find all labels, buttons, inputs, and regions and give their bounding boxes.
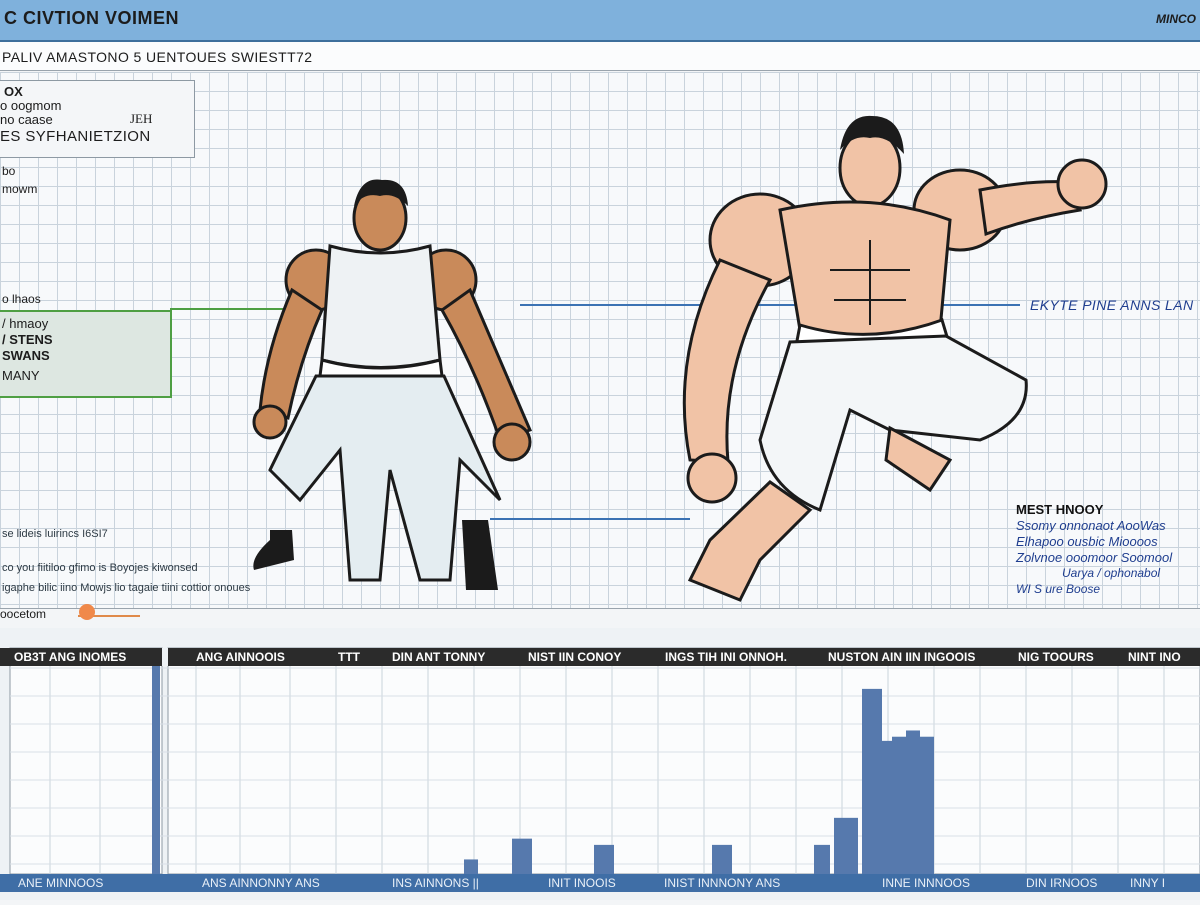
side-label-a: bo [2,164,16,178]
chart-footer-label-8: INNY I [1130,876,1165,890]
chart-header-gap [162,648,168,666]
info-line-3-right: JEH [130,111,153,126]
chart-panel-2 [167,647,1200,875]
title-bar: C CIVTION VOIMEN MINCO [0,0,1200,42]
chart-bar-7 [834,817,858,874]
window-corner-label: MINCO [1156,12,1196,26]
chart-bar-12 [918,736,934,874]
slider-thumb[interactable] [79,604,96,620]
slider-label: oocetom [0,607,47,621]
chart-bar-10 [892,736,908,874]
stats-line-3: SWANS [2,348,50,363]
chart-panel-1 [9,647,163,875]
bar-chart: OB3T ANG INOMES ANG AINNOOIS TTT DIN ANT TO… [0,647,1200,892]
stats-line-4: MANY [2,368,40,383]
chart-footer-label-6: INNE INNNOOS [882,876,970,890]
chart-header-label-2: ANG AINNOOIS [196,650,285,664]
chart-header-label-6: INGS TIH INI ONNOH. [665,650,787,664]
note-2: co you fiitiloo gfimo is Boyojes kiwonse… [2,562,198,574]
chart-header-label-8: NIG TOOURS [1018,650,1094,664]
fighter-lunging-icon [682,115,1108,602]
chart-bar-9 [882,740,892,874]
side-label-b: mowm [2,182,38,196]
chart-header-label-7: NUSTON AIN IIN INGOOIS [828,650,975,664]
side-label-c: o lhaos [2,292,41,306]
chart-header-label-4: DIN ANT TONNY [392,650,485,664]
chart-footer-label-7: DIN IRNOOS [1026,876,1097,890]
chart-bar-5 [712,844,732,874]
chart-footer-label-5: INIST INNNONY ANS [664,876,780,890]
chart-bar-8 [862,688,882,874]
chart-header-label-1: OB3T ANG INOMES [14,650,126,664]
stats-panel[interactable]: / hmaoy / STENS SWANS MANY [0,310,172,398]
chart-header-label-5: NIST IIN CONOY [528,650,621,664]
chart-header-label-3: TTT [338,650,361,664]
note-3: igaphe bilic iino Mowjs lio tagaie tiini… [2,582,251,594]
info-box: OX o oogmom no caase JEH ES SYFHANIETZIO… [0,80,195,158]
info-line-4: ES SYFHANIETZION [0,128,151,145]
chart-bar-11 [906,730,920,874]
chart-bar-1 [152,666,160,874]
info-line-1: OX [4,84,23,99]
chart-bar-6 [814,844,830,874]
chart-footer-label-4: INIT INOOIS [548,876,616,890]
subtitle: PALIV AMASTONO 5 UENTOUES SWIESTT72 [2,49,313,65]
chart-header-label-9: NINT INO [1128,650,1181,664]
info-line-3: no caase [0,112,53,127]
note-1: se lideis luirincs I6SI7 [2,528,108,540]
chart-footer-label-3: INS AINNONS || [392,876,479,890]
chart-bar-2 [464,859,478,874]
chart-bar-3 [512,838,532,874]
stats-line-1: / hmaoy [2,316,49,331]
bar-chart-panel: OB3T ANG INOMES ANG AINNOOIS TTT DIN ANT TO… [0,628,1200,900]
subtitle-bar: PALIV AMASTONO 5 UENTOUES SWIESTT72 [0,42,1200,71]
stats-line-2: / STENS [2,332,53,347]
chart-bar-4 [594,844,614,874]
info-line-2: o oogmom [0,98,62,113]
fighter-in-tank-top-icon [252,179,533,590]
chart-footer-label-2: ANS AINNONNY ANS [202,876,320,890]
window-title: C CIVTION VOIMEN [4,8,180,28]
chart-footer-label-1: ANE MINNOOS [18,876,103,890]
